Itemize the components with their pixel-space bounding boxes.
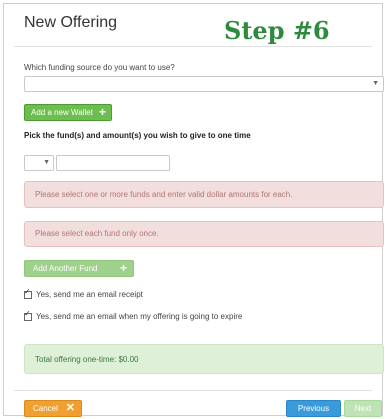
funding-source-label: Which funding source do you want to use?	[24, 63, 175, 72]
error-alert-text: Please select each fund only once.	[35, 229, 159, 238]
header-divider	[14, 46, 372, 47]
error-alert-text: Please select one or more funds and ente…	[35, 190, 293, 199]
dialog-title: New Offering	[24, 14, 118, 31]
previous-label: Previous	[297, 404, 330, 413]
total-offering-text: Total offering one-time: $0.00	[35, 355, 139, 364]
email-expire-checkbox[interactable]: Yes, send me an email when my offering i…	[24, 309, 243, 321]
plus-icon: +	[119, 261, 127, 275]
funding-source-select[interactable]: ▼	[24, 76, 384, 92]
error-alert-select-funds: Please select one or more funds and ente…	[24, 181, 384, 208]
error-alert-fund-once: Please select each fund only once.	[24, 221, 384, 247]
amount-input[interactable]	[56, 155, 170, 171]
close-icon: ✕	[65, 402, 75, 414]
chevron-down-icon: ▼	[43, 159, 50, 166]
add-another-fund-button[interactable]: Add Another Fund +	[24, 260, 134, 277]
email-expire-label: Yes, send me an email when my offering i…	[36, 312, 243, 321]
checkbox-icon	[24, 309, 32, 321]
chevron-down-icon: ▼	[372, 80, 379, 87]
fund-select[interactable]: ▼	[24, 155, 54, 171]
next-label: Next	[354, 404, 372, 413]
footer-divider	[14, 390, 372, 391]
previous-button[interactable]: Previous	[286, 400, 341, 417]
add-another-fund-label: Add Another Fund	[33, 264, 98, 273]
cancel-label: Cancel	[33, 404, 58, 413]
offering-dialog: New Offering Step #6 Which funding sourc…	[3, 3, 384, 417]
add-wallet-label: Add a new Wallet	[31, 108, 93, 117]
next-button[interactable]: Next	[344, 400, 382, 417]
cancel-button[interactable]: Cancel ✕	[24, 400, 82, 417]
total-offering-panel: Total offering one-time: $0.00	[24, 344, 384, 374]
step-label: Step #6	[224, 16, 330, 45]
plus-icon: +	[98, 105, 106, 119]
checkbox-icon	[24, 287, 32, 299]
add-wallet-button[interactable]: Add a new Wallet +	[24, 104, 112, 121]
email-receipt-label: Yes, send me an email receipt	[36, 290, 143, 299]
funds-label: Pick the fund(s) and amount(s) you wish …	[24, 131, 251, 140]
email-receipt-checkbox[interactable]: Yes, send me an email receipt	[24, 287, 143, 299]
